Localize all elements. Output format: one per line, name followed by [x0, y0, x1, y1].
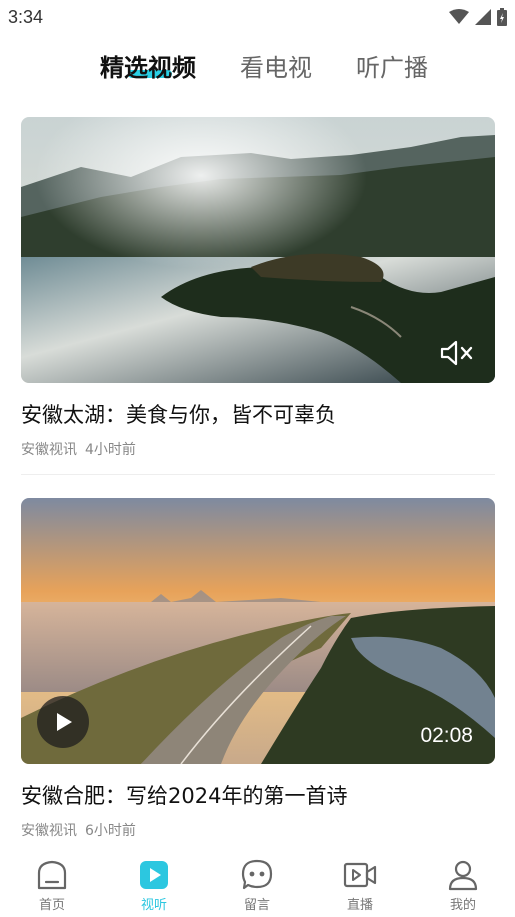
video-title[interactable]: 安徽太湖：美食与你，皆不可辜负: [21, 399, 336, 429]
nav-home[interactable]: 首页: [22, 858, 82, 913]
video-source: 安徽视讯: [21, 823, 77, 839]
user-icon: [448, 860, 478, 891]
play-icon: [57, 713, 72, 731]
live-camera-icon: [343, 862, 377, 888]
video-time: 6小时前: [85, 823, 136, 839]
nav-live[interactable]: 直播: [330, 858, 390, 913]
video-play-icon: [140, 861, 168, 889]
nav-label: 视听: [140, 898, 167, 913]
home-icon: [37, 860, 67, 890]
lake-mountain-scene: [21, 117, 495, 383]
video-duration: 02:08: [420, 724, 473, 747]
status-icons: [449, 8, 507, 26]
nav-label: 留言: [243, 898, 270, 913]
nav-label: 我的: [449, 898, 476, 913]
video-thumbnail[interactable]: 02:08: [21, 498, 495, 764]
message-icon: [241, 859, 273, 890]
play-button[interactable]: [37, 696, 89, 748]
nav-label: 首页: [38, 898, 65, 913]
mute-icon[interactable]: [439, 339, 475, 367]
wifi-icon: [449, 9, 469, 24]
video-time: 4小时前: [85, 442, 136, 458]
top-tabs: 精选视频 看电视 听广播: [0, 44, 515, 88]
status-time: 3:34: [8, 7, 44, 27]
video-meta: 安徽视讯 6小时前: [21, 820, 136, 840]
nav-profile[interactable]: 我的: [433, 858, 493, 913]
tab-listen-radio[interactable]: 听广播: [356, 48, 428, 83]
status-bar: 3:34: [0, 0, 515, 34]
video-meta: 安徽视讯 4小时前: [21, 439, 136, 459]
nav-message[interactable]: 留言: [227, 858, 287, 913]
video-title[interactable]: 安徽合肥：写给2024年的第一首诗: [21, 780, 347, 810]
card-divider: [21, 474, 495, 475]
nav-label: 直播: [346, 898, 373, 913]
battery-icon: [497, 8, 507, 26]
tab-featured-videos[interactable]: 精选视频: [100, 48, 196, 83]
video-source: 安徽视讯: [21, 442, 77, 458]
nav-audio-video[interactable]: 视听: [124, 858, 184, 913]
signal-icon: [475, 9, 491, 25]
video-card[interactable]: 02:08 安徽合肥：写给2024年的第一首诗 安徽视讯 6小时前: [21, 498, 495, 839]
video-card[interactable]: 安徽太湖：美食与你，皆不可辜负 安徽视讯 4小时前: [21, 117, 495, 458]
video-thumbnail[interactable]: [21, 117, 495, 383]
bottom-nav: 首页 视听 留言 直播 我的: [0, 852, 515, 917]
tab-watch-tv[interactable]: 看电视: [240, 48, 312, 83]
